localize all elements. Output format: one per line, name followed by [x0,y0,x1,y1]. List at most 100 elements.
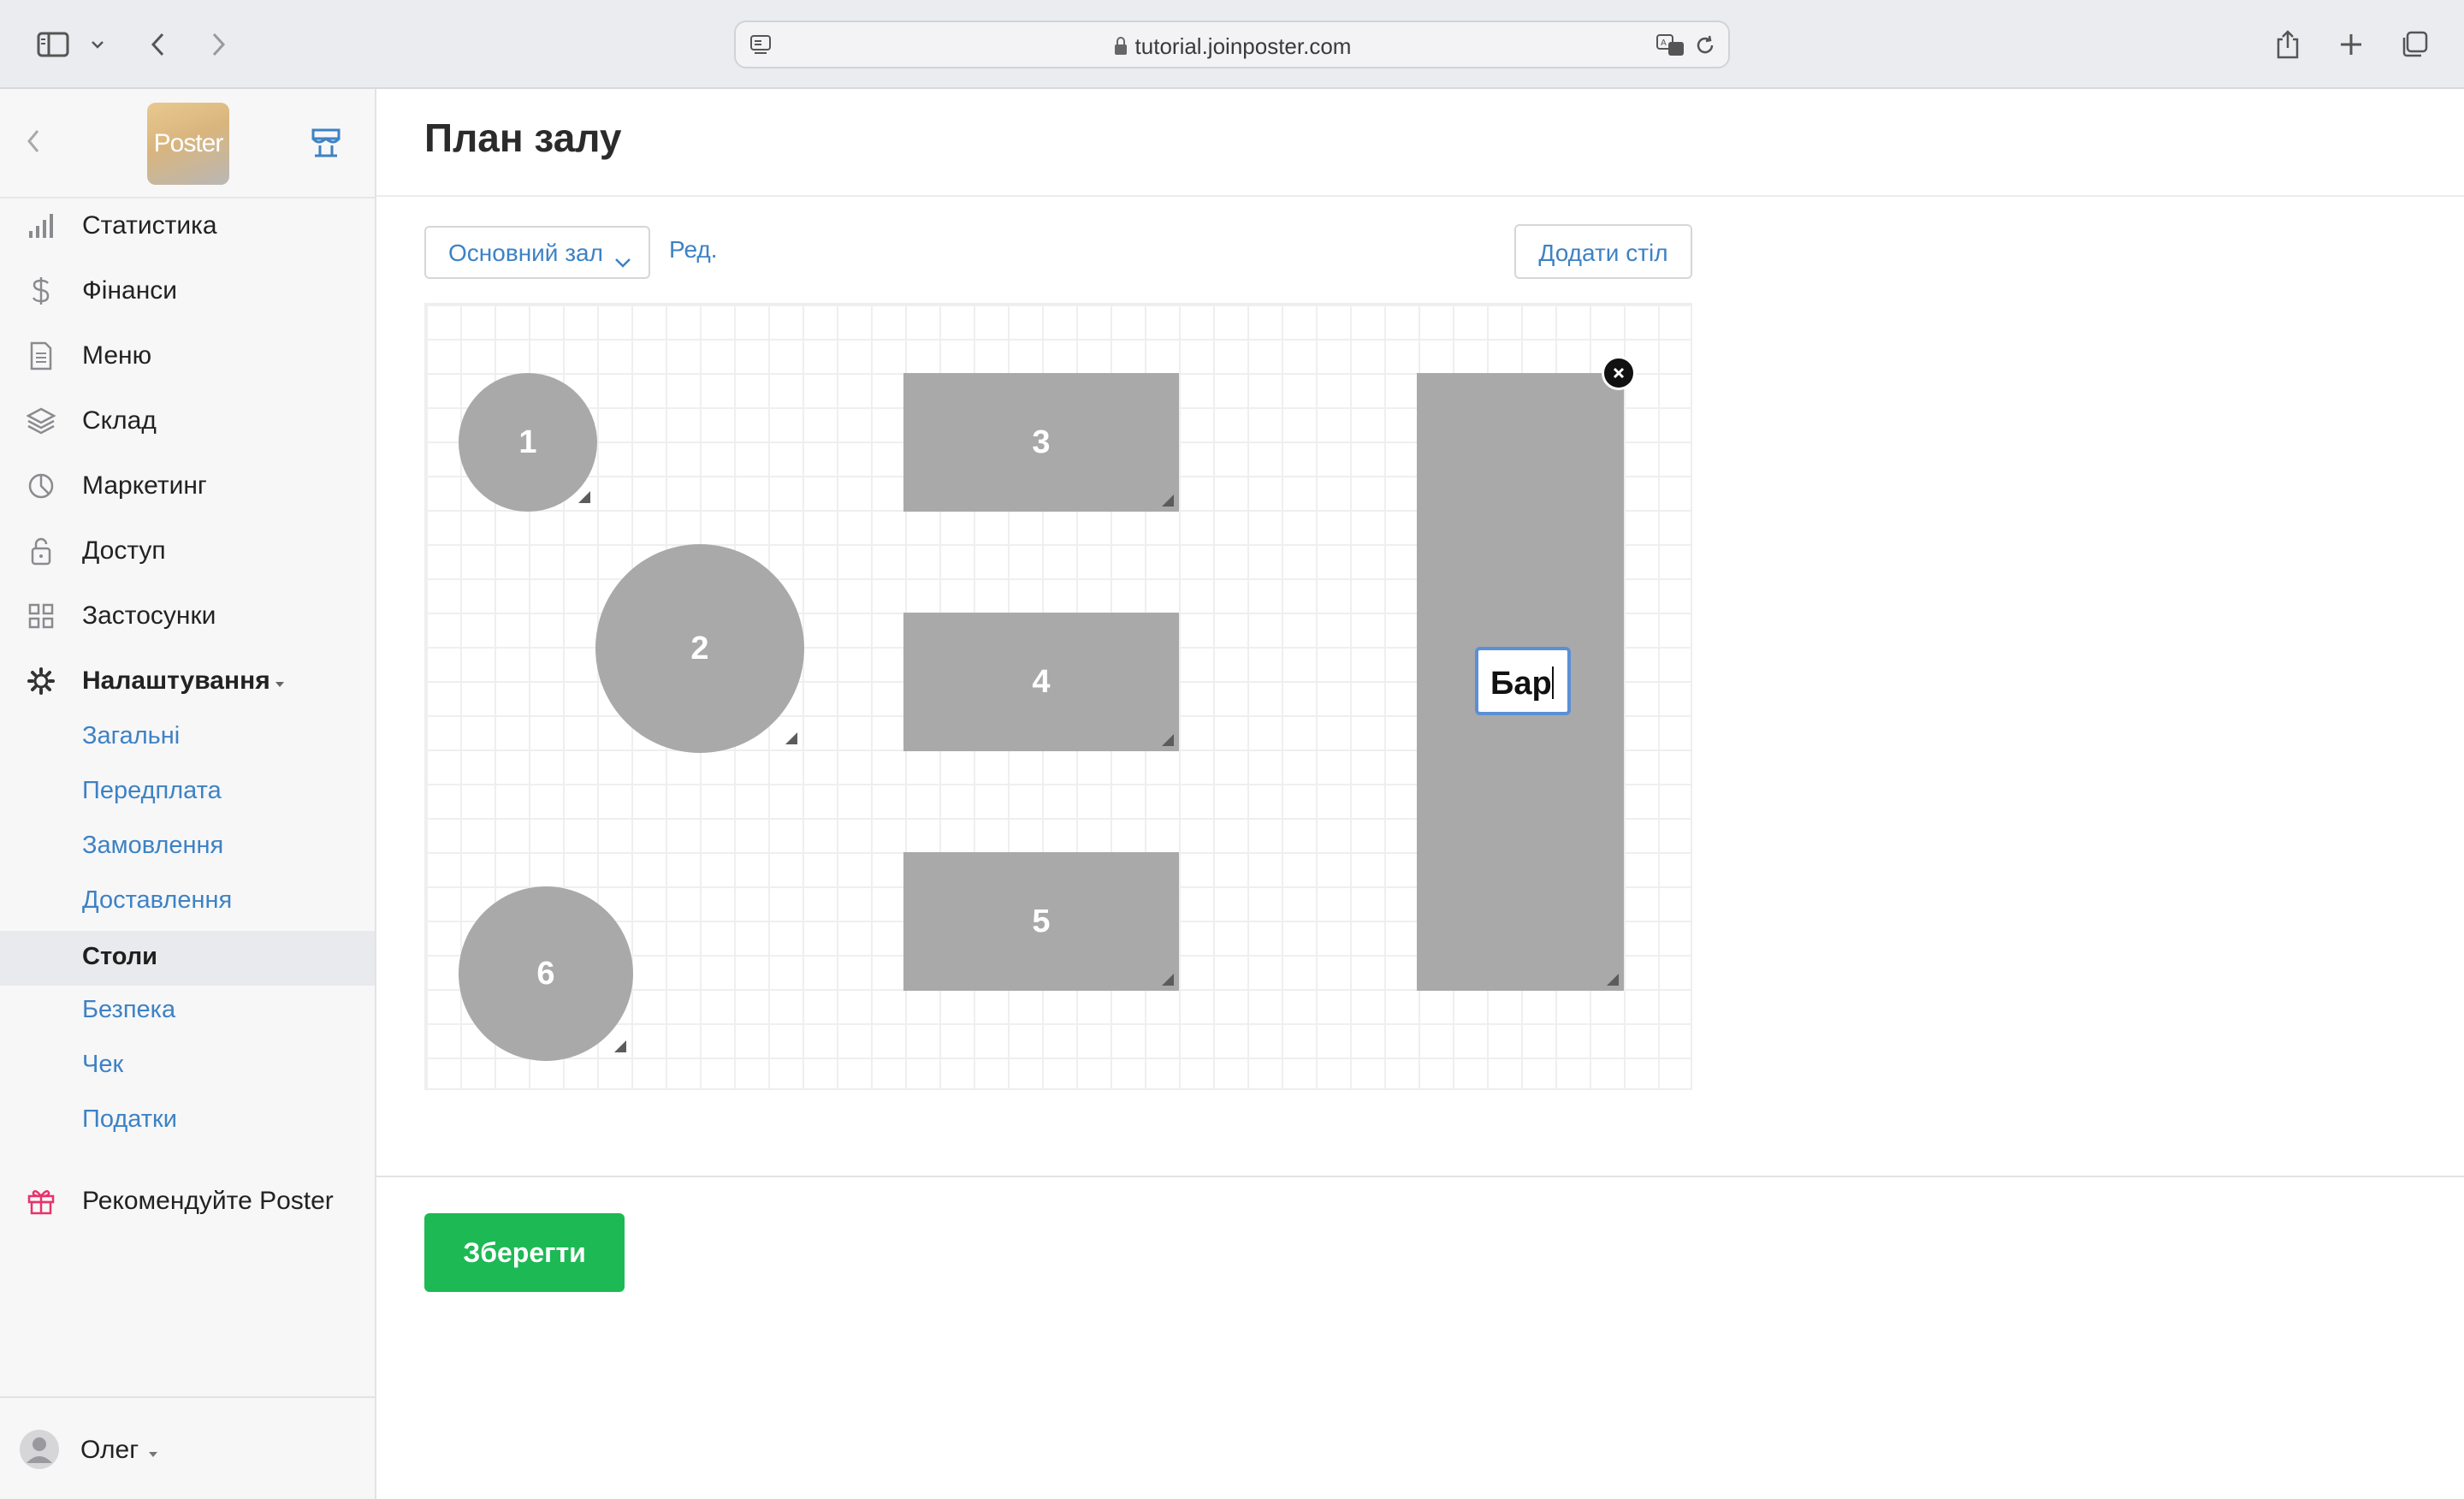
table-number: 5 [1032,903,1051,939]
subnav-label: Податки [82,1105,177,1133]
back-icon[interactable] [135,22,180,67]
table-2[interactable]: 2 [595,544,804,753]
subnav-taxes[interactable]: Податки [0,1093,375,1148]
svg-text:A: A [1661,39,1667,48]
tab-overview-icon[interactable] [2392,22,2437,67]
subnav-receipt[interactable]: Чек [0,1039,375,1093]
resize-handle-icon[interactable] [1162,495,1174,507]
nav-label: Доступ [82,536,166,565]
nav-menu[interactable]: Меню [0,325,375,387]
table-name-value: Бар [1490,666,1552,702]
edit-hall-link[interactable]: Ред. [669,236,718,264]
subnav-label: Чек [82,1051,124,1078]
browser-toolbar: tutorial.joinposter.com A [0,0,2464,89]
subnav-label: Доставлення [82,886,233,914]
chevron-down-icon [614,246,631,274]
subnav-label: Передплата [82,777,222,804]
table-number: 3 [1032,424,1051,460]
avatar [19,1429,60,1474]
nav-label: Застосунки [82,601,216,630]
hall-select-value: Основний зал [448,240,603,266]
table-3[interactable]: 3 [903,373,1179,512]
document-icon [26,341,56,371]
address-bar[interactable]: tutorial.joinposter.com A [734,21,1730,68]
caret-down-icon [275,678,284,693]
hall-select[interactable]: Основний зал [424,226,650,279]
nav-access[interactable]: Доступ [0,520,375,582]
logo[interactable]: Poster [147,103,229,185]
table-number: 1 [518,424,537,460]
floor-plan-grid[interactable]: 1 2 3 4 5 6 Бар [424,303,1692,1090]
nav-label: Фінанси [82,276,178,305]
subnav-subscription[interactable]: Передплата [0,765,375,820]
table-name-input[interactable]: Бар [1475,647,1571,715]
pos-terminal-icon[interactable] [310,127,342,163]
user-menu[interactable]: Олег [0,1396,375,1499]
nav-label: Склад [82,406,157,435]
divider [376,195,2464,197]
nav-recommend[interactable]: Рекомендуйте Poster [0,1170,375,1232]
table-number: 6 [536,955,555,992]
nav-label: Рекомендуйте Poster [82,1187,334,1215]
nav-settings[interactable]: Налаштування [0,650,375,712]
table-6[interactable]: 6 [459,886,633,1061]
resize-handle-icon[interactable] [1607,974,1619,986]
add-table-button[interactable]: Додати стіл [1514,224,1692,279]
text-caret [1551,667,1554,699]
reload-icon[interactable] [1694,34,1716,61]
resize-handle-icon[interactable] [578,491,590,503]
nav-warehouse[interactable]: Склад [0,390,375,452]
nav-label: Налаштування [82,667,270,695]
caret-down-icon [149,1448,157,1463]
subnav-tables[interactable]: Столи [0,931,375,986]
subnav-delivery[interactable]: Доставлення [0,874,375,929]
gear-icon [26,666,56,696]
bar-chart-icon [26,210,56,241]
chevron-down-icon[interactable] [79,22,116,67]
subnav-label: Загальні [82,722,181,750]
logo-text: Poster [153,129,224,157]
resize-handle-icon[interactable] [1162,734,1174,746]
nav-label: Статистика [82,211,217,240]
table-number: 4 [1032,663,1051,700]
pie-icon [26,471,56,501]
subnav-label: Столи [82,943,158,970]
subnav-orders[interactable]: Замовлення [0,820,375,874]
forward-icon[interactable] [197,22,241,67]
resize-handle-icon[interactable] [614,1040,626,1052]
table-5[interactable]: 5 [903,852,1179,991]
resize-handle-icon[interactable] [1162,974,1174,986]
sidebar-header: Poster [0,89,375,198]
nav-marketing[interactable]: Маркетинг [0,455,375,517]
nav-label: Меню [82,341,152,370]
translate-icon[interactable]: A [1656,33,1685,62]
lock-icon [1113,36,1128,62]
page-title: План залу [424,116,622,160]
table-4[interactable]: 4 [903,613,1179,751]
nav-finance[interactable]: Фінанси [0,260,375,322]
subnav-security[interactable]: Безпека [0,984,375,1039]
sidebar-toggle-icon[interactable] [31,22,75,67]
layers-icon [26,406,56,436]
nav-label: Маркетинг [82,471,207,500]
subnav-label: Безпека [82,996,176,1023]
url-text: tutorial.joinposter.com [1134,33,1352,59]
grid-icon [26,601,56,631]
user-name: Олег [80,1436,139,1464]
sidebar: Poster Статистика Фінанси Меню Склад Мар… [0,89,376,1499]
save-button[interactable]: Зберегти [424,1213,625,1292]
lock-icon [26,536,56,566]
nav-apps[interactable]: Застосунки [0,585,375,647]
share-icon[interactable] [2266,22,2310,67]
collapse-back-icon[interactable] [26,128,41,158]
subnav-general[interactable]: Загальні [0,710,375,765]
close-icon[interactable] [1602,356,1636,390]
nav-statistics[interactable]: Статистика [0,195,375,257]
divider [376,1176,2464,1177]
main-content: План залу Основний зал Ред. Додати стіл … [376,89,2464,1499]
table-number: 2 [690,630,709,667]
table-1[interactable]: 1 [459,373,597,512]
new-tab-icon[interactable] [2329,22,2373,67]
dollar-icon [26,276,56,306]
resize-handle-icon[interactable] [785,732,797,744]
